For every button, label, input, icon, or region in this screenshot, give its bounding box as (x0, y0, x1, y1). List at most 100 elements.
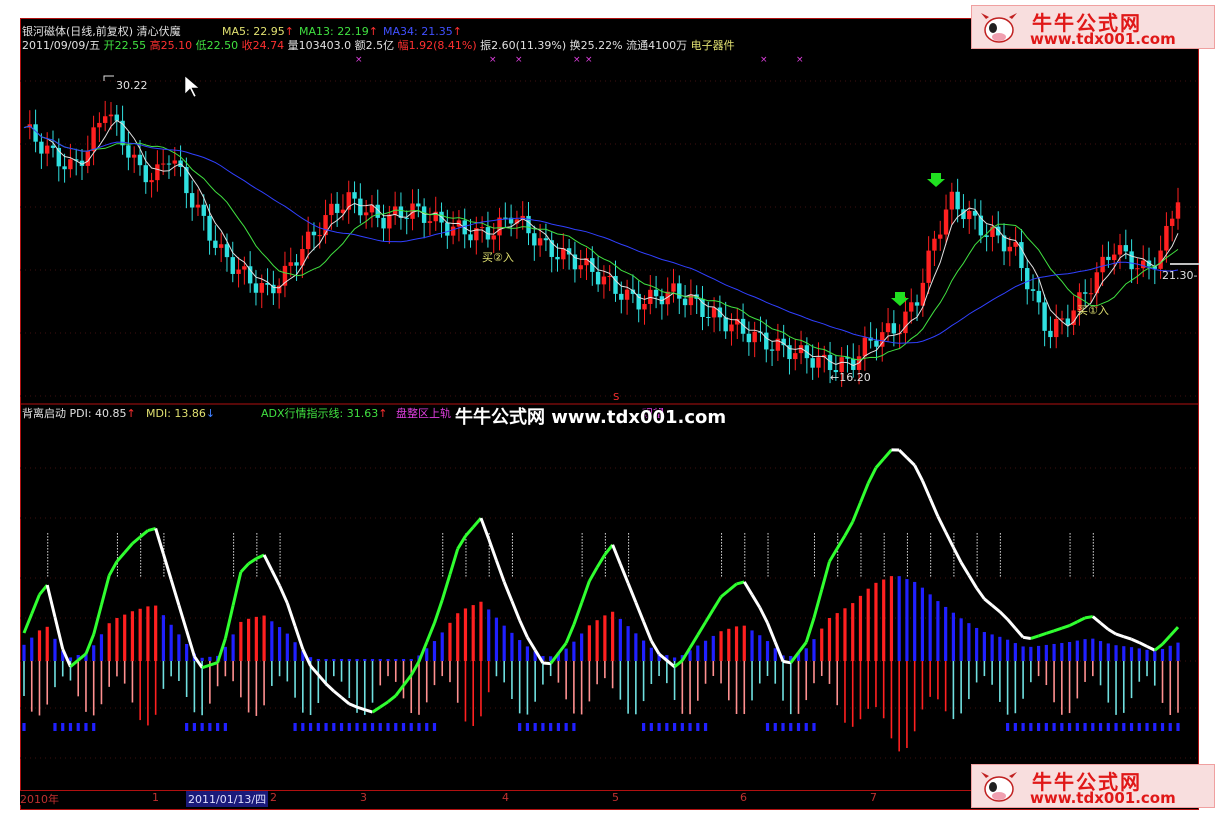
indicator-bar-base (394, 723, 398, 731)
zone-marker (140, 539, 142, 541)
indicator-bar-base (208, 723, 212, 731)
indicator-bar-down (108, 661, 110, 687)
indicator-bar-up (107, 623, 111, 661)
zone-marker (976, 542, 978, 544)
indicator-bar-down (844, 661, 846, 723)
adx-line (975, 587, 986, 600)
zone-marker (1069, 563, 1071, 565)
candle-body (97, 122, 102, 128)
zone-marker (442, 563, 444, 565)
marker-x-icon: × (515, 55, 523, 65)
adx-line (1161, 634, 1172, 646)
zone-marker (581, 560, 583, 562)
indicator-bar-down (720, 661, 722, 684)
indicator-bar-down (387, 661, 389, 677)
indicator-bar-up (394, 659, 398, 661)
adx-line (742, 581, 754, 596)
indicator-bar-up (580, 633, 584, 661)
adx-line (812, 589, 824, 619)
candle-body (230, 257, 235, 274)
zone-marker (906, 563, 908, 565)
indicator-bar-down (1068, 661, 1071, 714)
quote-amount: 额2.5亿 (354, 39, 395, 52)
zone-marker (976, 551, 978, 553)
zone-marker (465, 551, 467, 553)
indicator-bar-base (1137, 723, 1141, 731)
zone-marker (813, 554, 815, 556)
adx-line (1146, 645, 1156, 652)
logo-top: 牛牛公式网 www.tdx001.com (971, 5, 1215, 49)
zone-marker (860, 566, 862, 568)
zone-marker (953, 539, 955, 541)
zone-marker (860, 545, 862, 547)
marker-x-icon: × (796, 55, 804, 65)
indicator-bar-up (1098, 641, 1103, 661)
zone-marker (744, 542, 746, 544)
indicator-bar-base (378, 723, 382, 731)
zone-marker (744, 536, 746, 538)
candle-body (949, 191, 955, 210)
indicator-bar-down (294, 661, 296, 698)
zone-marker (953, 542, 955, 544)
indicator-bar-up (967, 623, 971, 661)
indicator-bar-down (727, 661, 730, 701)
indicator-bar-down (100, 661, 103, 705)
zone-marker (1092, 545, 1094, 547)
adx-line (448, 548, 460, 575)
zone-marker (721, 533, 723, 535)
time-label: 4 (502, 791, 509, 804)
zone-marker (442, 533, 444, 535)
zone-marker (163, 536, 165, 538)
zone-marker (976, 572, 978, 574)
indicator-bar-down (960, 661, 962, 714)
candle-body (1036, 290, 1042, 303)
indicator-bar-down (371, 661, 374, 703)
indicator-bar-up (53, 638, 57, 661)
zone-marker (837, 563, 839, 565)
zone-marker (930, 539, 932, 541)
adx-line (1061, 624, 1071, 630)
zone-marker (256, 536, 258, 538)
indicator-bar-down (178, 661, 180, 681)
adx-line (866, 467, 878, 484)
candle-body (810, 358, 815, 368)
indicator-bar-up (339, 659, 344, 661)
indicator-bar-down (92, 661, 95, 716)
candle-body (1164, 225, 1169, 251)
indicator-bar-up (696, 645, 700, 661)
indicator-header: 背离启动 PDI: 40.85↑ (22, 407, 136, 420)
zone-marker (744, 575, 746, 577)
indicator-bar-base (549, 723, 553, 731)
indicator-bar-down (526, 661, 529, 715)
zone-marker (860, 560, 862, 562)
indicator-bar-up (882, 579, 886, 661)
indicator-bar-up (1036, 645, 1041, 661)
ma34-label: MA34: 21.35↑ (383, 25, 462, 38)
zone-marker (511, 560, 513, 562)
adx-line (1053, 626, 1063, 633)
indicator-bar-up (332, 659, 336, 661)
zone-marker (581, 575, 583, 577)
zone-marker (279, 554, 281, 556)
indicator-bar-up (727, 628, 731, 661)
time-label: 3 (360, 791, 367, 804)
indicator-bar-up (1083, 639, 1087, 661)
zone-marker (604, 539, 606, 541)
indicator-bar-base (804, 723, 808, 731)
indicator-bar-up (208, 656, 212, 661)
indicator-bar-up (572, 641, 576, 661)
zone-marker (930, 542, 932, 544)
indicator-bar-up (378, 659, 382, 661)
zone-marker (256, 563, 258, 565)
adx-line (69, 659, 80, 668)
adx-line (356, 705, 366, 712)
adx-line (859, 482, 870, 504)
indicator-bar-up (1052, 643, 1056, 661)
zone-marker (279, 572, 281, 574)
adx-line (736, 580, 745, 586)
adx-line (905, 456, 916, 467)
zone-marker (488, 533, 490, 535)
zone-marker (976, 566, 978, 568)
indicator-bar-up (270, 621, 274, 661)
indicator-bar-base (572, 723, 576, 731)
